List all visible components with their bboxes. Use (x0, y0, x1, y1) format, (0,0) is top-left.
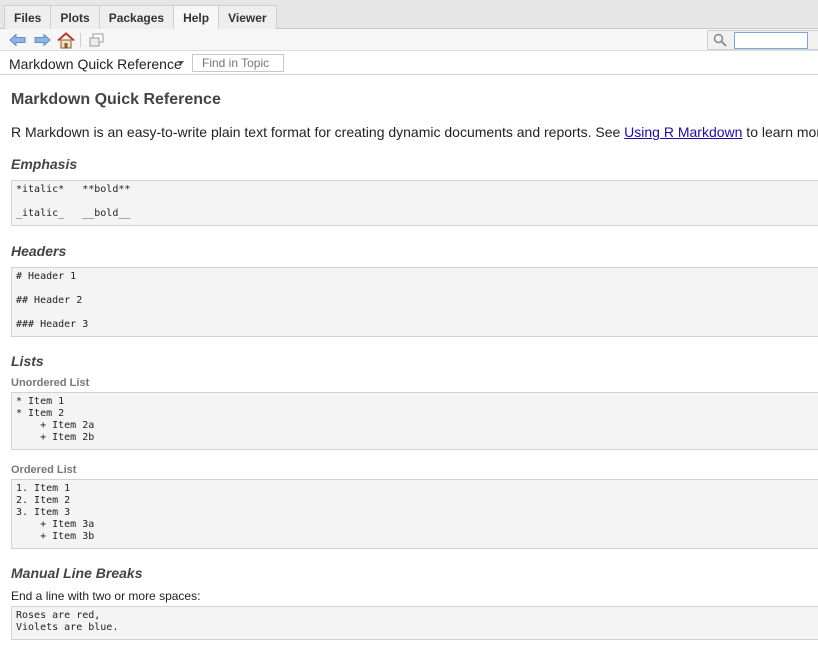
help-search-input[interactable] (734, 32, 808, 49)
code-line: Violets are blue. (16, 622, 119, 633)
code-line: 1. Item 1 (16, 483, 71, 494)
code-line: *italic* **bold** (16, 184, 131, 195)
tab-plots[interactable]: Plots (50, 5, 100, 29)
code-block-line-breaks: Roses are red, Violets are blue. (11, 606, 818, 640)
section-heading-manual-line-breaks: Manual Line Breaks (11, 565, 143, 581)
help-search-box (707, 30, 818, 50)
intro-paragraph: R Markdown is an easy-to-write plain tex… (11, 124, 818, 140)
code-block-unordered-list: * Item 1 * Item 2 + Item 2a + Item 2b (11, 392, 818, 450)
code-line: _italic_ __bold__ (16, 208, 131, 219)
section-heading-headers: Headers (11, 243, 67, 259)
code-line: + Item 3b (16, 531, 95, 542)
subheading-ordered-list: Ordered List (11, 464, 77, 476)
search-icon (713, 33, 727, 52)
toolbar-separator (80, 33, 81, 47)
intro-text: R Markdown is an easy-to-write plain tex… (11, 124, 625, 140)
code-line: 3. Item 3 (16, 507, 71, 518)
tab-packages[interactable]: Packages (98, 5, 175, 29)
code-line: ### Header 3 (16, 319, 89, 330)
pane-tab-bar: Files Plots Packages Help Viewer (0, 0, 818, 30)
code-line: 2. Item 2 (16, 495, 71, 506)
code-block-emphasis: *italic* **bold** _italic_ __bold__ (11, 180, 818, 226)
back-arrow-icon[interactable] (9, 31, 27, 49)
code-line: Roses are red, (16, 610, 101, 621)
code-line: ## Header 2 (16, 295, 83, 306)
code-line: * Item 2 (16, 408, 65, 419)
code-line: + Item 2b (16, 432, 95, 443)
subheading-unordered-list: Unordered List (11, 377, 90, 389)
tab-help[interactable]: Help (173, 5, 220, 30)
help-toolbar (0, 29, 818, 51)
tab-files[interactable]: Files (4, 5, 52, 29)
home-icon[interactable] (57, 31, 75, 49)
open-in-new-window-icon[interactable] (88, 31, 106, 49)
topic-bar: Markdown Quick Reference (0, 51, 818, 75)
code-line: * Item 1 (16, 396, 65, 407)
section-heading-emphasis: Emphasis (11, 156, 78, 172)
code-line: + Item 2a (16, 420, 95, 431)
page-title: Markdown Quick Reference (11, 91, 221, 108)
intro-text-end: to learn more. (746, 124, 818, 140)
section-heading-lists: Lists (11, 353, 44, 369)
code-line: # Header 1 (16, 271, 77, 282)
code-block-ordered-list: 1. Item 1 2. Item 2 3. Item 3 + Item 3a … (11, 479, 818, 549)
chevron-down-icon[interactable] (178, 61, 184, 65)
tab-viewer[interactable]: Viewer (218, 5, 277, 29)
code-line: + Item 3a (16, 519, 95, 530)
find-in-topic-input[interactable] (192, 54, 284, 72)
pane-tabs: Files Plots Packages Help Viewer (4, 5, 277, 30)
using-r-markdown-link[interactable]: Using R Markdown (624, 124, 742, 140)
topic-title-dropdown[interactable]: Markdown Quick Reference (9, 56, 182, 72)
line-breaks-description: End a line with two or more spaces: (11, 589, 201, 603)
forward-arrow-icon[interactable] (33, 31, 51, 49)
code-block-headers: # Header 1 ## Header 2 ### Header 3 (11, 267, 818, 337)
